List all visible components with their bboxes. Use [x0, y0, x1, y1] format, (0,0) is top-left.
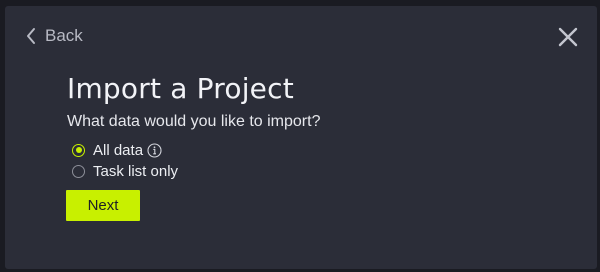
back-button[interactable]: Back [25, 26, 83, 46]
import-project-dialog: Back Import a Project What data would yo… [5, 6, 597, 269]
import-options: All data Task list only [72, 140, 178, 182]
close-button[interactable] [557, 26, 579, 48]
close-icon [557, 26, 579, 48]
option-task-list-only[interactable]: Task list only [72, 161, 178, 181]
radio-all-data[interactable] [72, 143, 85, 157]
dialog-question: What data would you like to import? [67, 113, 321, 130]
next-button[interactable]: Next [66, 190, 140, 221]
back-label: Back [45, 26, 83, 45]
radio-task-list-only[interactable] [72, 164, 85, 178]
option-all-data[interactable]: All data [72, 140, 178, 160]
info-icon[interactable] [147, 142, 162, 158]
option-all-data-label: All data [93, 141, 144, 159]
dialog-title: Import a Project [67, 72, 294, 105]
option-task-list-only-label: Task list only [93, 162, 179, 180]
chevron-left-icon [25, 27, 37, 45]
